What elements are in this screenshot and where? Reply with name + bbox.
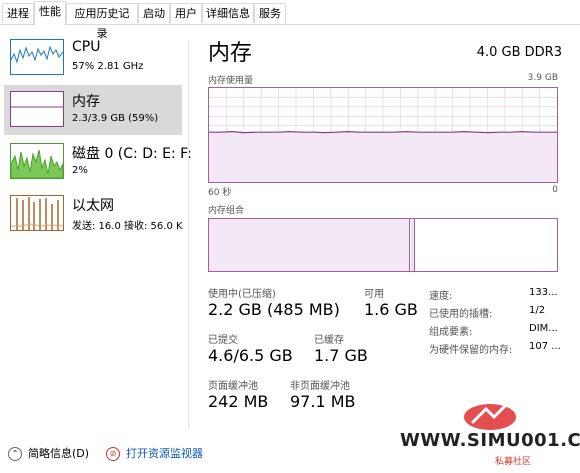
sidebar-item-detail: 57% 2.81 GHz — [72, 61, 144, 72]
modified-segment — [411, 219, 415, 271]
available-label: 可用 — [364, 289, 384, 300]
watermark: WWW.SIMU001.CN 私募社区 — [375, 395, 580, 473]
memory-thumbnail-graph — [10, 91, 64, 127]
cached-label: 已缓存 — [314, 335, 344, 346]
sidebar-item-memory[interactable]: 内存 2.3/3.9 GB (59%) — [4, 85, 182, 135]
graph-time-end: 0 — [552, 185, 558, 195]
committed-value: 4.6/6.5 GB — [208, 346, 293, 365]
paged-pool-label: 页面缓冲池 — [208, 381, 258, 392]
sidebar-item-disk[interactable]: 磁盘 0 (C: D: E: F: 2% — [4, 137, 192, 187]
page-title: 内存 — [208, 41, 253, 66]
prop-value: 1/2 — [529, 305, 546, 316]
fewer-details-label: 简略信息(D) — [28, 447, 90, 460]
prop-speed: 速度: 133... — [429, 287, 579, 302]
fewer-details-button[interactable]: ⌃ 简略信息(D) — [8, 445, 89, 461]
memory-composition-bar — [208, 218, 558, 272]
usage-graph-label: 内存使用量 — [208, 76, 254, 86]
prop-value: 107 ... — [529, 341, 561, 352]
prop-key: 速度: — [429, 291, 453, 302]
sidebar-item-detail: 发送: 16.0 接收: 56.0 K — [72, 221, 183, 232]
sidebar-divider — [188, 40, 189, 430]
memory-usage-graph — [208, 87, 558, 183]
memory-spec: 4.0 GB DDR3 — [476, 45, 562, 60]
tab-users[interactable]: 用户 — [170, 3, 202, 23]
watermark-subtext: 私募社区 — [495, 457, 532, 467]
paged-pool-value: 242 MB — [208, 392, 269, 411]
memory-detail-panel: 内存 4.0 GB DDR3 内存使用量 3.9 GB 60 秒 0 内存组合 … — [196, 25, 580, 435]
prop-value: DIM... — [529, 323, 558, 334]
sidebar-item-cpu[interactable]: CPU 57% 2.81 GHz — [4, 33, 182, 83]
prop-key: 为硬件保留的内存: — [429, 345, 513, 356]
composition-label: 内存组合 — [208, 206, 245, 216]
resource-sidebar: CPU 57% 2.81 GHz 内存 2.3/3.9 GB (59%) 磁盘 … — [0, 25, 192, 430]
nonpaged-pool-label: 非页面缓冲池 — [290, 381, 350, 392]
nonpaged-pool-value: 97.1 MB — [290, 392, 356, 411]
resource-monitor-icon: ⊘ — [106, 447, 120, 461]
tab-app-history[interactable]: 应用历史记录 — [66, 3, 138, 40]
in-use-segment — [209, 219, 410, 271]
sidebar-item-label: 磁盘 0 (C: D: E: F: — [72, 146, 192, 162]
tab-bar: 进程 性能 应用历史记录 启动 用户 详细信息 服务 — [0, 0, 580, 40]
prop-key: 组成要素: — [429, 327, 473, 338]
watermark-logo-icon — [464, 399, 516, 430]
watermark-text: WWW.SIMU001.CN — [400, 430, 580, 451]
ethernet-thumbnail-graph — [10, 195, 64, 231]
tab-processes[interactable]: 进程 — [2, 3, 34, 23]
graph-time-start: 60 秒 — [208, 188, 232, 198]
in-use-label: 使用中(已压缩) — [208, 289, 276, 300]
sidebar-item-detail: 2.3/3.9 GB (59%) — [72, 113, 159, 124]
cached-value: 1.7 GB — [314, 346, 368, 365]
in-use-value: 2.2 GB (485 MB) — [208, 300, 340, 319]
prop-slots-used: 已使用的插槽: 1/2 — [429, 305, 579, 320]
sidebar-item-label: 以太网 — [72, 198, 114, 214]
tab-services[interactable]: 服务 — [254, 3, 286, 23]
prop-value: 133... — [529, 287, 558, 298]
chevron-up-icon: ⌃ — [8, 447, 22, 461]
prop-form-factor: 组成要素: DIM... — [429, 323, 579, 338]
open-resource-monitor-link[interactable]: ⊘ 打开资源监视器 — [106, 445, 203, 461]
usage-graph-max: 3.9 GB — [527, 73, 558, 83]
tab-details[interactable]: 详细信息 — [202, 3, 254, 23]
cpu-thumbnail-graph — [10, 39, 64, 75]
sidebar-item-ethernet[interactable]: 以太网 发送: 16.0 接收: 56.0 K — [4, 189, 183, 239]
disk-thumbnail-graph — [10, 143, 64, 179]
prop-hardware-reserved: 为硬件保留的内存: 107 ... — [429, 341, 579, 356]
resource-monitor-label: 打开资源监视器 — [126, 447, 203, 460]
sidebar-item-label: CPU — [72, 39, 101, 55]
tab-startup[interactable]: 启动 — [138, 3, 170, 23]
prop-key: 已使用的插槽: — [429, 309, 493, 320]
committed-label: 已提交 — [208, 335, 238, 346]
sidebar-item-detail: 2% — [72, 165, 88, 176]
sidebar-item-label: 内存 — [72, 94, 100, 110]
tab-performance[interactable]: 性能 — [34, 1, 66, 25]
available-value: 1.6 GB — [364, 300, 418, 319]
